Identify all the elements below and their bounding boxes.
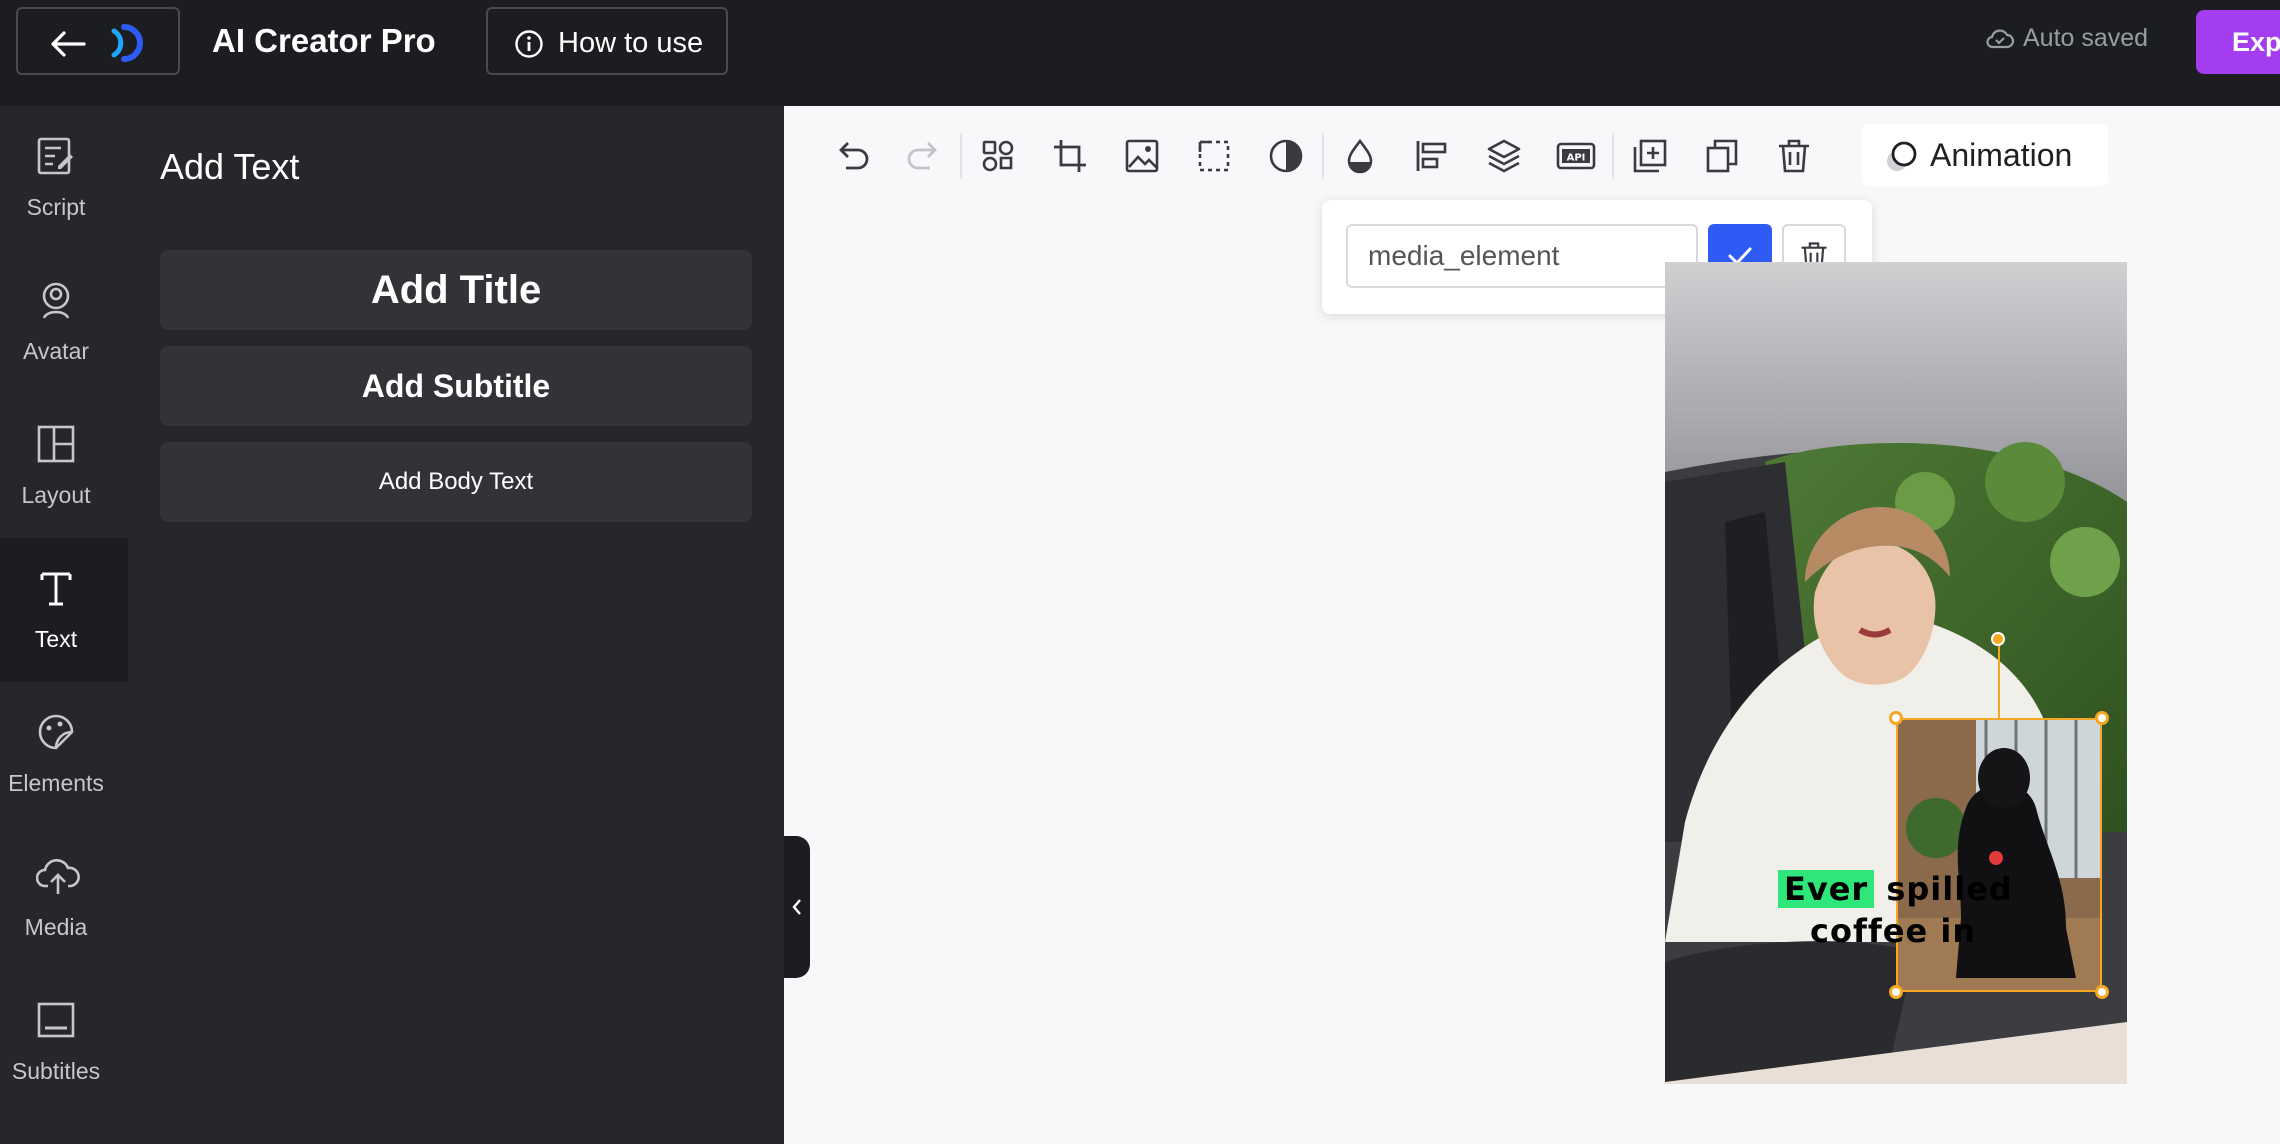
add-text-panel: Add Text Add Title Add Subtitle Add Body… [128, 106, 784, 1144]
nav-item-subtitles[interactable]: Subtitles [0, 970, 112, 1114]
api-icon: API [1556, 142, 1596, 170]
element-name-input[interactable] [1346, 224, 1698, 288]
color-drop-icon [1347, 138, 1373, 174]
crop-icon [1054, 140, 1086, 172]
nav-label-avatar: Avatar [22, 338, 90, 364]
avatar-icon [36, 280, 76, 326]
animation-label: Animation [1930, 136, 2073, 173]
duplicate-add-button[interactable] [1614, 126, 1686, 186]
nav-label-elements: Elements [8, 770, 104, 796]
back-button[interactable] [16, 7, 180, 75]
animation-icon [1887, 141, 1917, 171]
nav-item-elements[interactable]: Elements [0, 682, 112, 826]
top-bar: AI Creator Pro How to use Auto saved Exp… [0, 0, 2280, 106]
nav-item-avatar[interactable]: Avatar [0, 250, 112, 394]
contrast-icon [1269, 139, 1303, 173]
resize-handle-top-left[interactable] [1889, 711, 1903, 725]
align-button[interactable] [1396, 126, 1468, 186]
mask-button[interactable] [1178, 126, 1250, 186]
app-title: AI Creator Pro [212, 22, 436, 59]
nav-label-media: Media [24, 914, 88, 940]
add-subtitle-button[interactable]: Add Subtitle [160, 346, 752, 426]
crop-button[interactable] [1034, 126, 1106, 186]
video-caption[interactable]: Ever spilled coffee in [1778, 870, 2018, 950]
auto-saved-status: Auto saved [1985, 24, 2148, 53]
how-to-use-label: How to use [558, 27, 704, 59]
layout-icon [36, 424, 76, 470]
replace-image-icon [1125, 139, 1159, 173]
nav-label-script: Script [26, 194, 86, 220]
api-button[interactable]: API [1540, 126, 1612, 186]
undo-icon [839, 142, 869, 170]
smart-select-button[interactable] [962, 126, 1034, 186]
app-logo-icon [108, 23, 148, 68]
svg-text:API: API [1567, 153, 1586, 164]
resize-handle-bottom-left[interactable] [1889, 985, 1903, 999]
nav-item-text[interactable]: Text [0, 538, 112, 682]
back-arrow-icon [50, 29, 86, 64]
nav-label-subtitles: Subtitles [11, 1058, 101, 1084]
copy-button[interactable] [1686, 126, 1758, 186]
add-body-text-button[interactable]: Add Body Text [160, 442, 752, 522]
info-icon [514, 29, 544, 67]
explore-button[interactable]: Explo [2196, 10, 2280, 74]
subtitles-icon [36, 1000, 76, 1046]
nav-item-script[interactable]: Script [0, 106, 112, 250]
rotate-handle-line [1998, 639, 2000, 718]
redo-icon [907, 142, 937, 170]
copy-icon [1706, 139, 1738, 173]
nav-item-media[interactable]: Media [0, 826, 112, 970]
media-upload-icon [35, 856, 80, 902]
mask-icon [1198, 140, 1230, 172]
caption-line-1-rest: spilled [1886, 870, 2013, 908]
left-nav: Script Avatar Layout Text Elements Media [0, 106, 128, 1144]
resize-handle-bottom-right[interactable] [2095, 985, 2109, 999]
text-icon [36, 568, 76, 614]
contrast-button[interactable] [1250, 126, 1322, 186]
add-title-button[interactable]: Add Title [160, 250, 752, 330]
delete-element-button[interactable] [1758, 126, 1830, 186]
undo-button[interactable] [816, 126, 888, 186]
replace-image-button[interactable] [1106, 126, 1178, 186]
resize-handle-top-right[interactable] [2095, 711, 2109, 725]
caption-highlight-word: Ever [1778, 870, 1875, 908]
nav-label-text: Text [34, 626, 78, 652]
panel-title: Add Text [160, 146, 300, 187]
smart-select-icon [982, 140, 1014, 172]
caption-line-2: coffee in [1810, 912, 1977, 950]
caption-line-1: Ever spilled [1778, 870, 2018, 908]
script-icon [36, 136, 76, 182]
collapse-panel-button[interactable] [784, 836, 810, 978]
selection-box[interactable] [1896, 718, 2102, 992]
layers-button[interactable] [1468, 126, 1540, 186]
nav-item-layout[interactable]: Layout [0, 394, 112, 538]
delete-icon [1779, 139, 1809, 173]
nav-label-layout: Layout [21, 482, 91, 508]
color-button[interactable] [1324, 126, 1396, 186]
align-icon [1416, 141, 1447, 171]
chevron-left-icon [792, 899, 801, 915]
rotate-handle[interactable] [1991, 632, 2005, 646]
editor-toolbar: API [816, 124, 1830, 188]
duplicate-add-icon [1633, 139, 1667, 173]
video-preview[interactable] [1665, 262, 2127, 1084]
redo-button[interactable] [888, 126, 960, 186]
how-to-use-button[interactable]: How to use [486, 7, 728, 75]
auto-saved-label: Auto saved [2023, 24, 2149, 52]
layers-icon [1487, 139, 1521, 173]
elements-icon [36, 712, 76, 758]
animation-button[interactable]: Animation [1862, 124, 2108, 186]
cloud-check-icon [1986, 28, 2015, 48]
